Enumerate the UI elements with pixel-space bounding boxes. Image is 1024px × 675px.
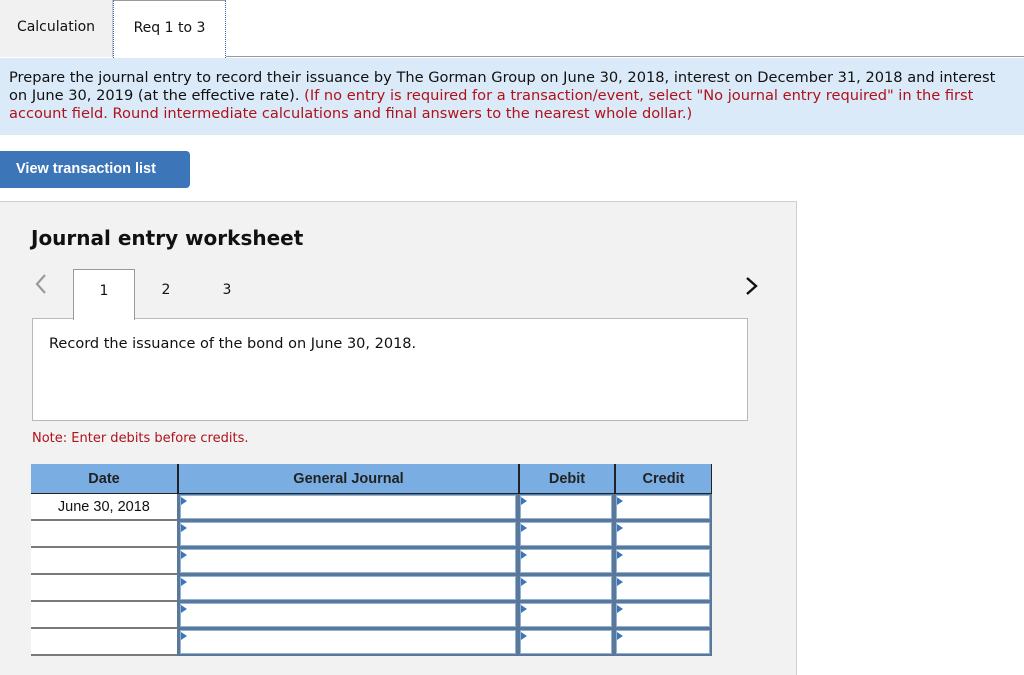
tab-calculation[interactable]: Calculation xyxy=(0,0,113,57)
header-general-journal: General Journal xyxy=(177,464,518,493)
account-input[interactable] xyxy=(179,576,517,600)
account-input[interactable] xyxy=(179,603,517,627)
tab-strip: Calculation Req 1 to 3 xyxy=(0,0,1024,58)
debit-input[interactable] xyxy=(520,522,613,546)
account-input[interactable] xyxy=(179,630,517,654)
step-description: Record the issuance of the bond on June … xyxy=(32,318,748,421)
credit-input[interactable] xyxy=(616,603,710,627)
step-tab-2[interactable]: 2 xyxy=(135,269,197,319)
chevron-left-icon xyxy=(35,274,46,294)
tab-req-1-to-3[interactable]: Req 1 to 3 xyxy=(113,0,226,58)
previous-step-button[interactable] xyxy=(33,272,49,296)
worksheet-title: Journal entry worksheet xyxy=(31,226,304,250)
journal-table: Date General Journal Debit Credit June 3… xyxy=(31,464,712,656)
credit-input[interactable] xyxy=(616,630,710,654)
table-row xyxy=(31,548,712,575)
credit-input[interactable] xyxy=(616,576,710,600)
debit-input[interactable] xyxy=(520,549,613,573)
debit-input[interactable] xyxy=(520,495,613,519)
header-debit: Debit xyxy=(518,464,614,493)
date-cell: June 30, 2018 xyxy=(31,494,177,521)
step-description-text: Record the issuance of the bond on June … xyxy=(49,336,417,352)
account-input[interactable] xyxy=(179,522,517,546)
journal-table-header: Date General Journal Debit Credit xyxy=(31,464,712,494)
date-cell xyxy=(31,629,177,656)
debit-input[interactable] xyxy=(520,576,613,600)
view-transaction-list-button[interactable]: View transaction list xyxy=(0,151,190,188)
debit-input[interactable] xyxy=(520,603,613,627)
step-tab-3[interactable]: 3 xyxy=(196,269,258,319)
table-row xyxy=(31,602,712,629)
table-row xyxy=(31,521,712,548)
table-row xyxy=(31,629,712,656)
step-tab-1[interactable]: 1 xyxy=(73,269,135,320)
credit-input[interactable] xyxy=(616,549,710,573)
instructions-panel: Prepare the journal entry to record thei… xyxy=(0,58,1024,135)
account-input[interactable] xyxy=(179,495,517,519)
date-cell xyxy=(31,548,177,575)
account-input[interactable] xyxy=(179,549,517,573)
date-cell xyxy=(31,602,177,629)
table-row: June 30, 2018 xyxy=(31,494,712,521)
debits-note: Note: Enter debits before credits. xyxy=(32,431,249,446)
next-step-button[interactable] xyxy=(744,274,760,298)
date-cell xyxy=(31,575,177,602)
header-credit: Credit xyxy=(614,464,712,493)
debit-input[interactable] xyxy=(520,630,613,654)
header-date: Date xyxy=(88,471,120,487)
journal-entry-worksheet: Journal entry worksheet 1 2 3 Record the… xyxy=(0,201,797,675)
credit-input[interactable] xyxy=(616,522,710,546)
chevron-right-icon xyxy=(746,277,758,295)
date-cell xyxy=(31,521,177,548)
credit-input[interactable] xyxy=(616,495,710,519)
table-row xyxy=(31,575,712,602)
